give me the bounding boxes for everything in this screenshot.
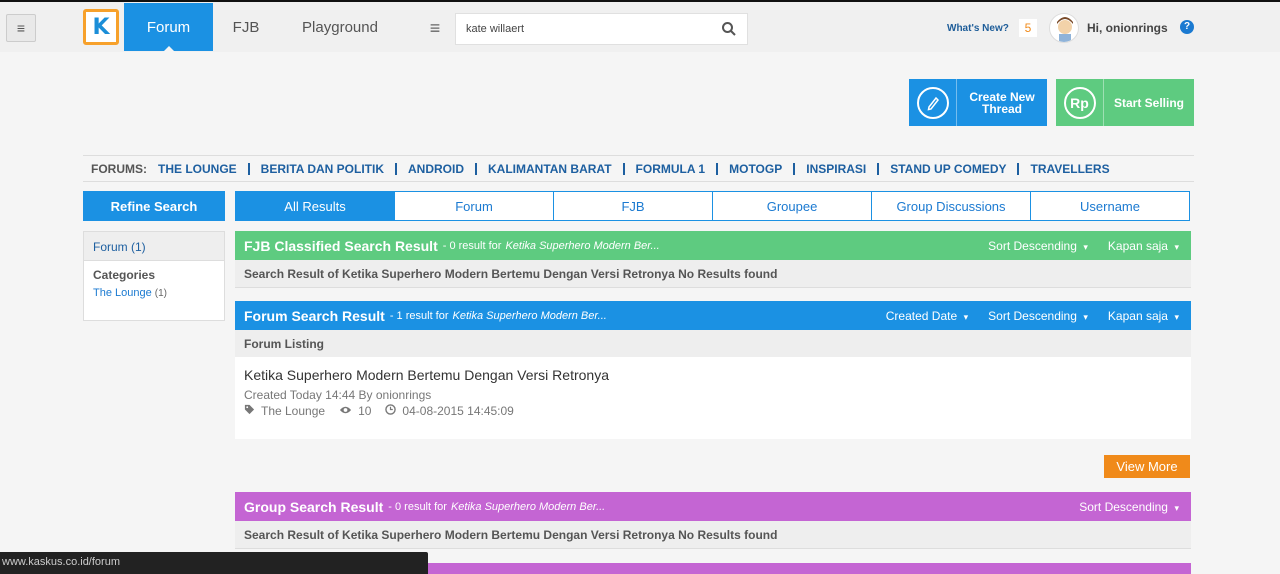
forum-link-inspirasi[interactable]: INSPIRASI xyxy=(795,162,880,175)
clock-icon xyxy=(385,404,397,418)
fjb-time-dropdown[interactable]: Kapan saja xyxy=(1108,239,1179,253)
avatar[interactable] xyxy=(1049,13,1079,43)
forum-created-date-dropdown[interactable]: Created Date xyxy=(886,309,968,323)
group-result-header: Group Search Result - 0 result for Ketik… xyxy=(235,492,1191,521)
forum-result-title: Forum Search Result xyxy=(244,307,385,324)
forum-result-header: Forum Search Result - 1 result for Ketik… xyxy=(235,301,1191,330)
refine-search-button[interactable]: Refine Search xyxy=(83,191,225,221)
fjb-result-query: Ketika Superhero Modern Ber... xyxy=(505,239,660,252)
whats-new-link[interactable]: What's New? xyxy=(947,23,1009,34)
categories-title: Categories xyxy=(93,268,156,282)
hamburger-icon: ≡ xyxy=(16,20,26,36)
nav-tab-label: Playground xyxy=(302,18,378,36)
forum-link-berita-dan-politik[interactable]: BERITA DAN POLITIK xyxy=(250,162,397,175)
thread-timestamp: 04-08-2015 14:45:09 xyxy=(402,404,514,418)
thread-meta: Created Today 14:44 By onionrings xyxy=(244,388,432,402)
nav-tab-label: FJB xyxy=(232,18,260,36)
fjb-no-results-message: Search Result of Ketika Superhero Modern… xyxy=(235,260,1191,288)
search-box xyxy=(455,13,748,45)
next-section-header-partial xyxy=(428,563,1191,574)
thread-view-count: 10 xyxy=(358,404,372,418)
top-navbar: ≡ K Forum FJB Playground ≡ What's New? 5… xyxy=(0,0,1280,52)
group-result-query: Ketika Superhero Modern Ber... xyxy=(450,500,606,513)
list-item: Ketika Superhero Modern Bertemu Dengan V… xyxy=(235,357,1191,439)
nav-tab-fjb[interactable]: FJB xyxy=(220,3,272,51)
filter-forum-count[interactable]: Forum (1) xyxy=(84,232,224,261)
group-result-summary: - 0 result for xyxy=(388,500,447,513)
tab-group-discussions[interactable]: Group Discussions xyxy=(872,192,1031,220)
search-input[interactable] xyxy=(456,14,706,44)
rupiah-icon: Rp xyxy=(1063,86,1096,119)
view-more-button[interactable]: View More xyxy=(1104,455,1190,478)
forum-link-formula-1[interactable]: FORMULA 1 xyxy=(625,162,719,175)
category-item-label: The Lounge xyxy=(93,287,152,299)
result-type-tabs: All Results Forum FJB Groupee Group Disc… xyxy=(235,191,1190,221)
forum-link-the-lounge[interactable]: THE LOUNGE xyxy=(158,162,250,175)
logo-letter: K xyxy=(92,14,110,40)
forum-time-dropdown[interactable]: Kapan saja xyxy=(1108,309,1179,323)
forum-result-summary: - 1 result for xyxy=(389,309,449,322)
status-bar-url: www.kaskus.co.id/forum xyxy=(0,552,428,574)
notification-count-badge[interactable]: 5 xyxy=(1019,19,1037,37)
eye-icon xyxy=(339,405,352,418)
help-icon[interactable]: ? xyxy=(1180,20,1194,34)
forums-quick-links: FORUMS: THE LOUNGE BERITA DAN POLITIK AN… xyxy=(83,155,1194,182)
create-new-thread-label: Create New Thread xyxy=(969,89,1035,116)
search-category-menu-icon[interactable]: ≡ xyxy=(423,16,447,40)
nav-tab-forum[interactable]: Forum xyxy=(124,3,213,52)
fjb-result-summary: - 0 result for xyxy=(442,239,502,252)
forum-link-android[interactable]: ANDROID xyxy=(397,162,477,175)
tab-fjb[interactable]: FJB xyxy=(554,192,713,220)
forum-listing-label: Forum Listing xyxy=(235,330,1191,358)
group-sort-descending-dropdown[interactable]: Sort Descending xyxy=(1079,500,1179,514)
fjb-result-header: FJB Classified Search Result - 0 result … xyxy=(235,231,1191,260)
forum-link-kalimantan-barat[interactable]: KALIMANTAN BARAT xyxy=(477,162,625,175)
tab-groupee[interactable]: Groupee xyxy=(713,192,872,220)
start-selling-label: Start Selling xyxy=(1113,95,1184,110)
nav-tab-label: Forum xyxy=(146,18,191,36)
tab-forum[interactable]: Forum xyxy=(395,192,554,220)
hamburger-menu-button[interactable]: ≡ xyxy=(6,14,36,42)
forum-sort-descending-dropdown[interactable]: Sort Descending xyxy=(988,309,1088,323)
forums-label: FORUMS: xyxy=(91,161,147,176)
create-new-thread-button[interactable]: Create New Thread xyxy=(909,79,1047,126)
start-selling-button[interactable]: Rp Start Selling xyxy=(1056,79,1194,126)
category-item-count: (1) xyxy=(154,288,168,299)
tag-icon xyxy=(244,404,255,418)
tab-all-results[interactable]: All Results xyxy=(236,192,395,220)
avatar-image xyxy=(1057,17,1073,42)
group-result-title: Group Search Result xyxy=(244,498,384,515)
refine-sidebar: Forum (1) Categories The Lounge (1) xyxy=(83,231,225,321)
thread-title-link[interactable]: Ketika Superhero Modern Bertemu Dengan V… xyxy=(244,367,1182,383)
search-icon[interactable] xyxy=(721,21,737,37)
forum-link-motogp[interactable]: MOTOGP xyxy=(718,162,796,175)
fjb-result-title: FJB Classified Search Result xyxy=(244,237,438,254)
kaskus-logo[interactable]: K xyxy=(83,9,119,45)
group-no-results-message: Search Result of Ketika Superhero Modern… xyxy=(235,521,1191,549)
forum-link-travellers[interactable]: TRAVELLERS xyxy=(1019,163,1120,175)
forum-result-query: Ketika Superhero Modern Ber... xyxy=(452,309,607,322)
nav-tab-playground[interactable]: Playground xyxy=(290,3,390,51)
pencil-icon xyxy=(916,86,949,119)
tab-username[interactable]: Username xyxy=(1031,192,1189,220)
thread-category-link[interactable]: The Lounge xyxy=(261,404,325,418)
user-greeting[interactable]: Hi, onionrings xyxy=(1087,21,1168,35)
thread-tags: The Lounge 10 04-08-2015 14:45:09 xyxy=(244,404,1182,418)
category-item-the-lounge[interactable]: The Lounge (1) xyxy=(84,285,224,301)
forum-link-stand-up-comedy[interactable]: STAND UP COMEDY xyxy=(879,162,1020,175)
fjb-sort-descending-dropdown[interactable]: Sort Descending xyxy=(988,239,1088,253)
